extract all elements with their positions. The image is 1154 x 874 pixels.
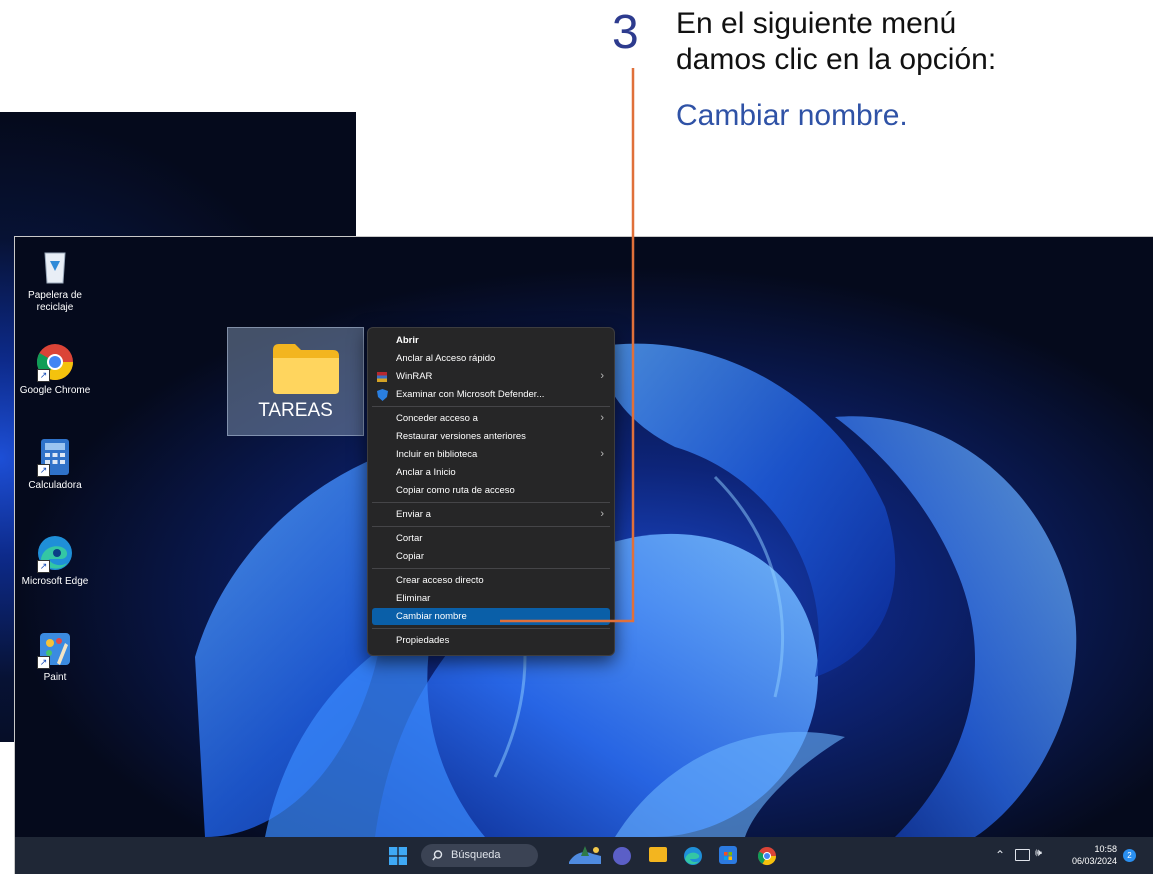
taskbar: Búsqueda ⌃ 🕪 10:58 06/03/2024 2	[15, 837, 1153, 874]
step-number: 3	[612, 6, 639, 59]
menu-separator	[372, 502, 610, 503]
menu-item-examinar-defender[interactable]: Examinar con Microsoft Defender...	[372, 386, 610, 403]
desktop-icon-label: Paint	[43, 672, 67, 683]
desktop-icon-paint[interactable]: ↗ Paint	[15, 629, 95, 684]
search-highlight-icon[interactable]	[565, 842, 605, 868]
edge-taskbar-icon[interactable]	[683, 846, 703, 871]
desktop-icon-calculator[interactable]: ↗ Calculadora	[15, 437, 95, 492]
menu-item-enviar-a[interactable]: Enviar a ›	[372, 506, 610, 523]
menu-item-cortar[interactable]: Cortar	[372, 530, 610, 547]
clock-date: 06/03/2024	[1071, 856, 1117, 866]
menu-item-crear-acceso-directo[interactable]: Crear acceso directo	[372, 572, 610, 589]
calculator-icon: ↗	[35, 437, 75, 477]
store-icon[interactable]	[719, 846, 737, 864]
edge-icon: ↗	[35, 533, 75, 573]
chevron-up-icon[interactable]: ⌃	[995, 848, 1005, 862]
chrome-icon: ↗	[35, 342, 75, 382]
file-explorer-icon[interactable]	[649, 847, 667, 862]
menu-item-winrar[interactable]: WinRAR ›	[372, 368, 610, 385]
desktop-icon-edge[interactable]: ↗ Microsoft Edge	[15, 533, 95, 588]
volume-icon[interactable]: 🕪	[1035, 847, 1042, 860]
menu-item-propiedades[interactable]: Propiedades	[372, 632, 610, 649]
shortcut-arrow-icon: ↗	[37, 464, 50, 477]
desktop-icon-chrome[interactable]: ↗ Google Chrome	[15, 342, 95, 397]
search-icon	[432, 850, 443, 861]
teams-chat-icon[interactable]	[613, 847, 631, 865]
winrar-icon	[377, 372, 387, 382]
menu-separator	[372, 568, 610, 569]
folder-icon	[273, 344, 339, 394]
clock[interactable]: 10:58 06/03/2024	[1057, 843, 1117, 867]
menu-item-abrir[interactable]: Abrir	[372, 332, 610, 349]
chrome-taskbar-icon[interactable]	[757, 846, 777, 871]
menu-item-copiar[interactable]: Copiar	[372, 548, 610, 565]
menu-item-anclar-inicio[interactable]: Anclar a Inicio	[372, 464, 610, 481]
network-icon[interactable]	[1015, 849, 1030, 861]
desktop-icon-label: Microsoft Edge	[21, 576, 89, 587]
chevron-right-icon: ›	[600, 448, 604, 460]
menu-separator	[372, 628, 610, 629]
shortcut-arrow-icon: ↗	[37, 560, 50, 573]
menu-item-eliminar[interactable]: Eliminar	[372, 590, 610, 607]
menu-separator	[372, 526, 610, 527]
chevron-right-icon: ›	[600, 412, 604, 424]
menu-item-cambiar-nombre[interactable]: Cambiar nombre	[372, 608, 610, 625]
instruction-line-3: Cambiar nombre.	[676, 99, 908, 132]
instruction-line-1: En el siguiente menú	[676, 7, 957, 40]
start-button[interactable]	[389, 847, 407, 870]
desktop-icon-label: Calculadora	[28, 480, 82, 491]
chevron-right-icon: ›	[600, 370, 604, 382]
shortcut-arrow-icon: ↗	[37, 656, 50, 669]
desktop-icon-recycle-bin[interactable]: Papelera de reciclaje	[15, 247, 95, 314]
notification-badge[interactable]: 2	[1123, 849, 1136, 862]
taskbar-search[interactable]: Búsqueda	[421, 844, 538, 867]
paint-icon: ↗	[35, 629, 75, 669]
folder-tareas[interactable]: TAREAS	[227, 327, 364, 436]
clock-time: 10:58	[1094, 844, 1117, 854]
windows-logo-icon	[389, 847, 407, 865]
chevron-right-icon: ›	[600, 508, 604, 520]
desktop-icon-label: Google Chrome	[19, 385, 91, 396]
menu-item-restaurar-versiones[interactable]: Restaurar versiones anteriores	[372, 428, 610, 445]
recycle-bin-icon	[35, 247, 75, 287]
menu-item-copiar-ruta[interactable]: Copiar como ruta de acceso	[372, 482, 610, 499]
desktop: Papelera de reciclaje ↗ Google Chrome ↗ …	[14, 236, 1153, 874]
menu-separator	[372, 406, 610, 407]
menu-item-incluir-biblioteca[interactable]: Incluir en biblioteca ›	[372, 446, 610, 463]
defender-shield-icon	[377, 389, 388, 407]
desktop-icon-label: Papelera de reciclaje	[28, 290, 82, 313]
menu-item-anclar-acceso-rapido[interactable]: Anclar al Acceso rápido	[372, 350, 610, 367]
menu-item-conceder-acceso[interactable]: Conceder acceso a ›	[372, 410, 610, 427]
shortcut-arrow-icon: ↗	[37, 369, 50, 382]
context-menu: Abrir Anclar al Acceso rápido WinRAR › E…	[367, 327, 615, 656]
instruction-line-2: damos clic en la opción:	[676, 43, 997, 76]
folder-label: TAREAS	[258, 400, 333, 421]
